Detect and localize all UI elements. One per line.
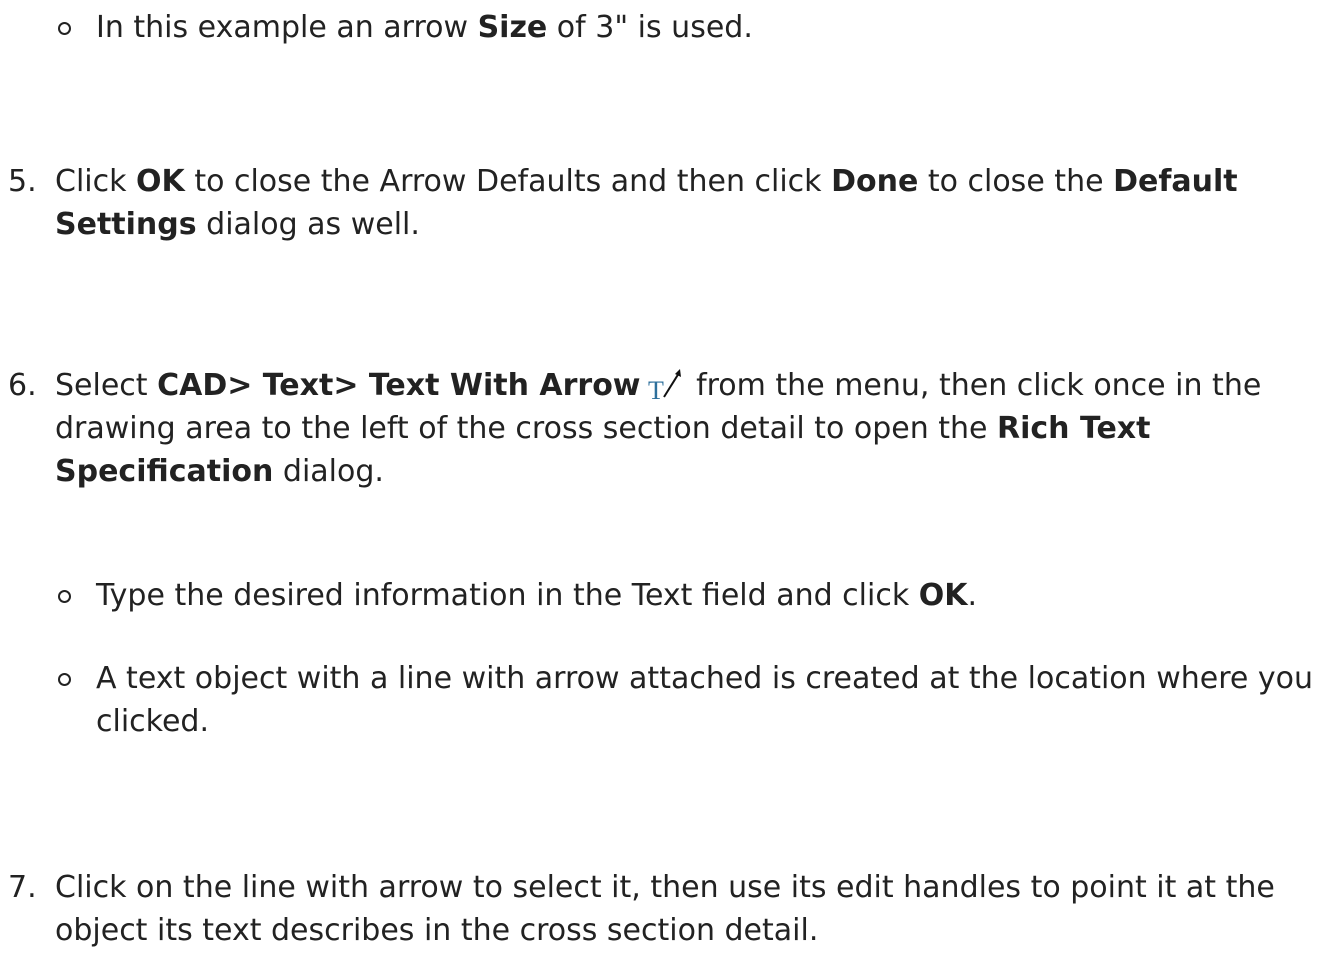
step-7: 7. Click on the line with arrow to selec… <box>0 866 1320 952</box>
svg-text:T: T <box>648 376 664 401</box>
bullet-type-text: Type the desired information in the Text… <box>56 574 1326 617</box>
bullet-circle-icon <box>58 22 71 35</box>
step-number: 5. <box>8 164 37 199</box>
bullet-arrow-size: In this example an arrow Size of 3" is u… <box>56 6 1326 49</box>
step-5: 5. Click OK to close the Arrow Defaults … <box>0 160 1320 246</box>
bullet-circle-icon <box>58 590 71 603</box>
step-number: 7. <box>8 870 37 905</box>
size-label: Size <box>477 10 548 45</box>
bullet-text-object-created: A text object with a line with arrow att… <box>56 657 1326 743</box>
bullet-circle-icon <box>58 673 71 686</box>
step-6: 6. Select CAD> Text> Text With Arrow T fr… <box>0 364 1320 493</box>
step-number: 6. <box>8 368 37 403</box>
text-with-arrow-icon: T <box>648 369 681 401</box>
